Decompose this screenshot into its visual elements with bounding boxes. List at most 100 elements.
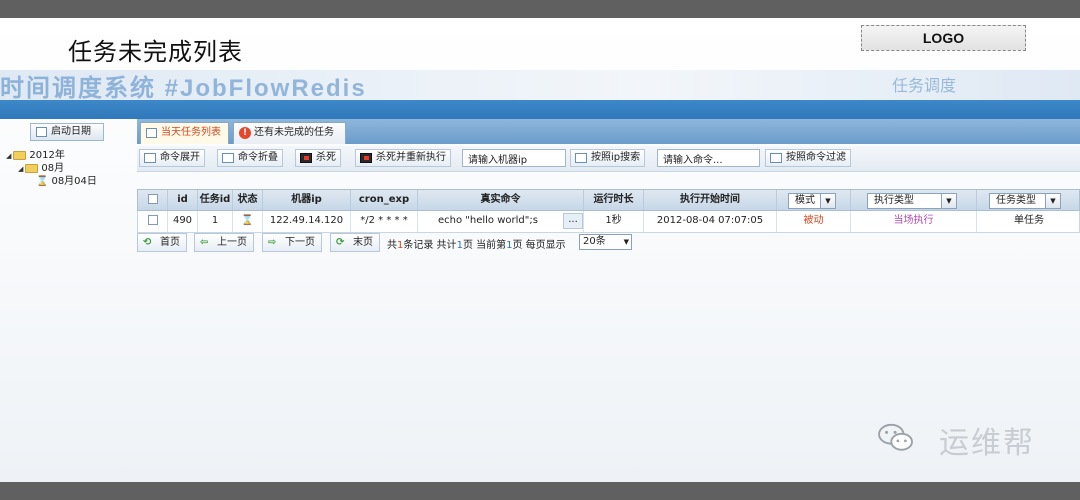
header-select-all[interactable] xyxy=(138,190,168,210)
header-task-type: 任务类型 ▼ xyxy=(977,190,1080,210)
pager: ⟲ 首页 ⇦ 上一页 ⇨ 下一页 ⟳ 末页 共1条记录 共计1页 当前第1页 每页显示 … xyxy=(137,233,1080,253)
row-select[interactable] xyxy=(138,211,168,232)
expand-triangle-icon[interactable]: ◢ xyxy=(6,152,11,160)
pager-info-text: 条记录 共计 xyxy=(403,240,457,251)
expand-commands-label: 命令展开 xyxy=(160,152,200,163)
last-page-button[interactable]: ⟳ 末页 xyxy=(330,233,380,252)
tree-node-day[interactable]: ⌛ 08月04日 xyxy=(36,172,97,187)
calendar-icon xyxy=(36,127,47,137)
command-input[interactable] xyxy=(657,149,760,167)
mode-filter-select[interactable]: 模式 ▼ xyxy=(788,193,836,209)
arrow-right-icon: ⇨ xyxy=(268,237,277,248)
chevron-down-icon[interactable]: ▼ xyxy=(941,194,956,208)
cell-exec-type: 当场执行 xyxy=(851,211,977,232)
main-panel: 当天任务列表 ! 还有未完成的任务 命令展开 命令折叠 杀死 杀死并重新执行 按… xyxy=(137,119,1080,359)
header-task-id[interactable]: 任务id xyxy=(198,190,233,210)
app-banner-right-text: 任务调度 xyxy=(892,76,957,95)
cell-id: 490 xyxy=(168,211,198,232)
tab-today-tasks[interactable]: 当天任务列表 xyxy=(140,122,229,144)
expand-commands-button[interactable]: 命令展开 xyxy=(139,149,205,167)
kill-rerun-label: 杀死并重新执行 xyxy=(376,152,446,163)
header-exec-type: 执行类型 ▼ xyxy=(851,190,977,210)
chevron-down-icon[interactable]: ▼ xyxy=(820,194,835,208)
warning-icon: ! xyxy=(239,127,251,139)
pager-info-text: 共 xyxy=(387,240,397,251)
first-page-label: 首页 xyxy=(160,237,180,248)
list-icon xyxy=(146,128,157,138)
pager-info-text: 页 当前第 xyxy=(462,240,507,251)
app-header-bar xyxy=(0,100,1080,119)
cell-task-type: 单任务 xyxy=(1014,215,1044,226)
header-duration[interactable]: 运行时长 xyxy=(584,190,644,210)
expand-icon xyxy=(144,153,156,163)
command-text: echo "hello world";s xyxy=(438,215,538,226)
cell-start-time: 2012-08-04 07:07:05 xyxy=(644,211,777,232)
first-page-button[interactable]: ⟲ 首页 xyxy=(137,233,187,252)
slide-title: 任务未完成列表 xyxy=(68,38,243,66)
start-date-button[interactable]: 启动日期 xyxy=(30,123,104,141)
select-all-checkbox[interactable] xyxy=(147,194,158,204)
table-row[interactable]: 490 1 ⌛ 122.49.14.120 */2 * * * * echo "… xyxy=(137,211,1080,233)
cell-status: ⌛ xyxy=(233,211,263,232)
chevron-down-icon[interactable]: ▼ xyxy=(624,235,629,249)
header-mode: 模式 ▼ xyxy=(777,190,851,210)
wechat-icon xyxy=(878,423,913,451)
task-type-filter-label: 任务类型 xyxy=(996,195,1036,206)
watermark-text: 运维帮 xyxy=(939,426,1035,461)
last-page-label: 末页 xyxy=(353,237,373,248)
bottom-frame-bar xyxy=(0,482,1080,500)
cell-command: echo "hello world";s ... xyxy=(418,211,584,232)
tab-today-tasks-label: 当天任务列表 xyxy=(161,127,221,138)
collapse-commands-button[interactable]: 命令折叠 xyxy=(217,149,283,167)
next-page-button[interactable]: ⇨ 下一页 xyxy=(262,233,322,252)
pager-info: 共1条记录 共计1页 当前第1页 每页显示 xyxy=(387,236,566,251)
top-frame-bar xyxy=(0,0,1080,18)
cell-cron-exp: */2 * * * * xyxy=(351,211,418,232)
next-page-label: 下一页 xyxy=(285,237,315,248)
kill-rerun-button[interactable]: 杀死并重新执行 xyxy=(355,149,451,167)
machine-ip-input[interactable] xyxy=(462,149,566,167)
table-header: id 任务id 状态 机器ip cron_exp 真实命令 运行时长 执行开始时… xyxy=(137,189,1080,211)
header-cron-exp[interactable]: cron_exp xyxy=(351,190,418,210)
header-id[interactable]: id xyxy=(168,190,198,210)
logo: LOGO xyxy=(861,25,1026,51)
cell-task-id: 1 xyxy=(198,211,233,232)
header-machine-ip[interactable]: 机器ip xyxy=(263,190,351,210)
mode-filter-label: 模式 xyxy=(795,195,815,206)
hourglass-icon: ⌛ xyxy=(241,215,254,226)
prev-page-button[interactable]: ⇦ 上一页 xyxy=(194,233,254,252)
search-by-ip-label: 按照ip搜索 xyxy=(591,152,641,163)
cell-machine-ip: 122.49.14.120 xyxy=(263,211,351,232)
header-status[interactable]: 状态 xyxy=(233,190,263,210)
kill-button[interactable]: 杀死 xyxy=(295,149,341,167)
cell-mode: 被动 xyxy=(777,211,851,232)
app-banner: 时间调度系统 #JobFlowRedis 任务调度 xyxy=(0,70,1080,100)
first-page-icon: ⟲ xyxy=(143,237,152,248)
exec-type-filter-select[interactable]: 执行类型 ▼ xyxy=(867,193,957,209)
header-start-time[interactable]: 执行开始时间 xyxy=(644,190,777,210)
header-command[interactable]: 真实命令 xyxy=(418,190,584,210)
start-date-button-label: 启动日期 xyxy=(51,126,91,137)
command-more-button[interactable]: ... xyxy=(563,213,583,229)
search-icon xyxy=(575,153,587,163)
task-type-filter-select[interactable]: 任务类型 ▼ xyxy=(989,193,1061,209)
tree-node-day-label: 08月04日 xyxy=(51,176,97,187)
search-by-ip-button[interactable]: 按照ip搜索 xyxy=(570,149,646,167)
filter-icon xyxy=(770,153,782,163)
expand-triangle-icon[interactable]: ◢ xyxy=(18,165,23,173)
exec-type-filter-label: 执行类型 xyxy=(874,195,914,206)
pager-info-text: 页 每页显示 xyxy=(512,240,566,251)
collapse-commands-label: 命令折叠 xyxy=(238,152,278,163)
filter-by-command-label: 按照命令过滤 xyxy=(786,152,846,163)
sidebar: 启动日期 ◢ 2012年 ◢ 08月 ⌛ 08月04日 xyxy=(0,119,135,349)
tab-unfinished-tasks[interactable]: ! 还有未完成的任务 xyxy=(233,122,346,144)
chevron-down-icon[interactable]: ▼ xyxy=(1045,194,1060,208)
toolbar: 命令展开 命令折叠 杀死 杀死并重新执行 按照ip搜索 按照命令过滤 xyxy=(137,146,1080,172)
prev-page-label: 上一页 xyxy=(217,237,247,248)
arrow-left-icon: ⇦ xyxy=(200,237,209,248)
page-size-select[interactable]: 20条 ▼ xyxy=(579,234,632,250)
row-checkbox[interactable] xyxy=(147,215,158,225)
app-banner-title: 时间调度系统 #JobFlowRedis xyxy=(0,75,367,100)
last-page-icon: ⟳ xyxy=(336,237,345,248)
filter-by-command-button[interactable]: 按照命令过滤 xyxy=(765,149,851,167)
